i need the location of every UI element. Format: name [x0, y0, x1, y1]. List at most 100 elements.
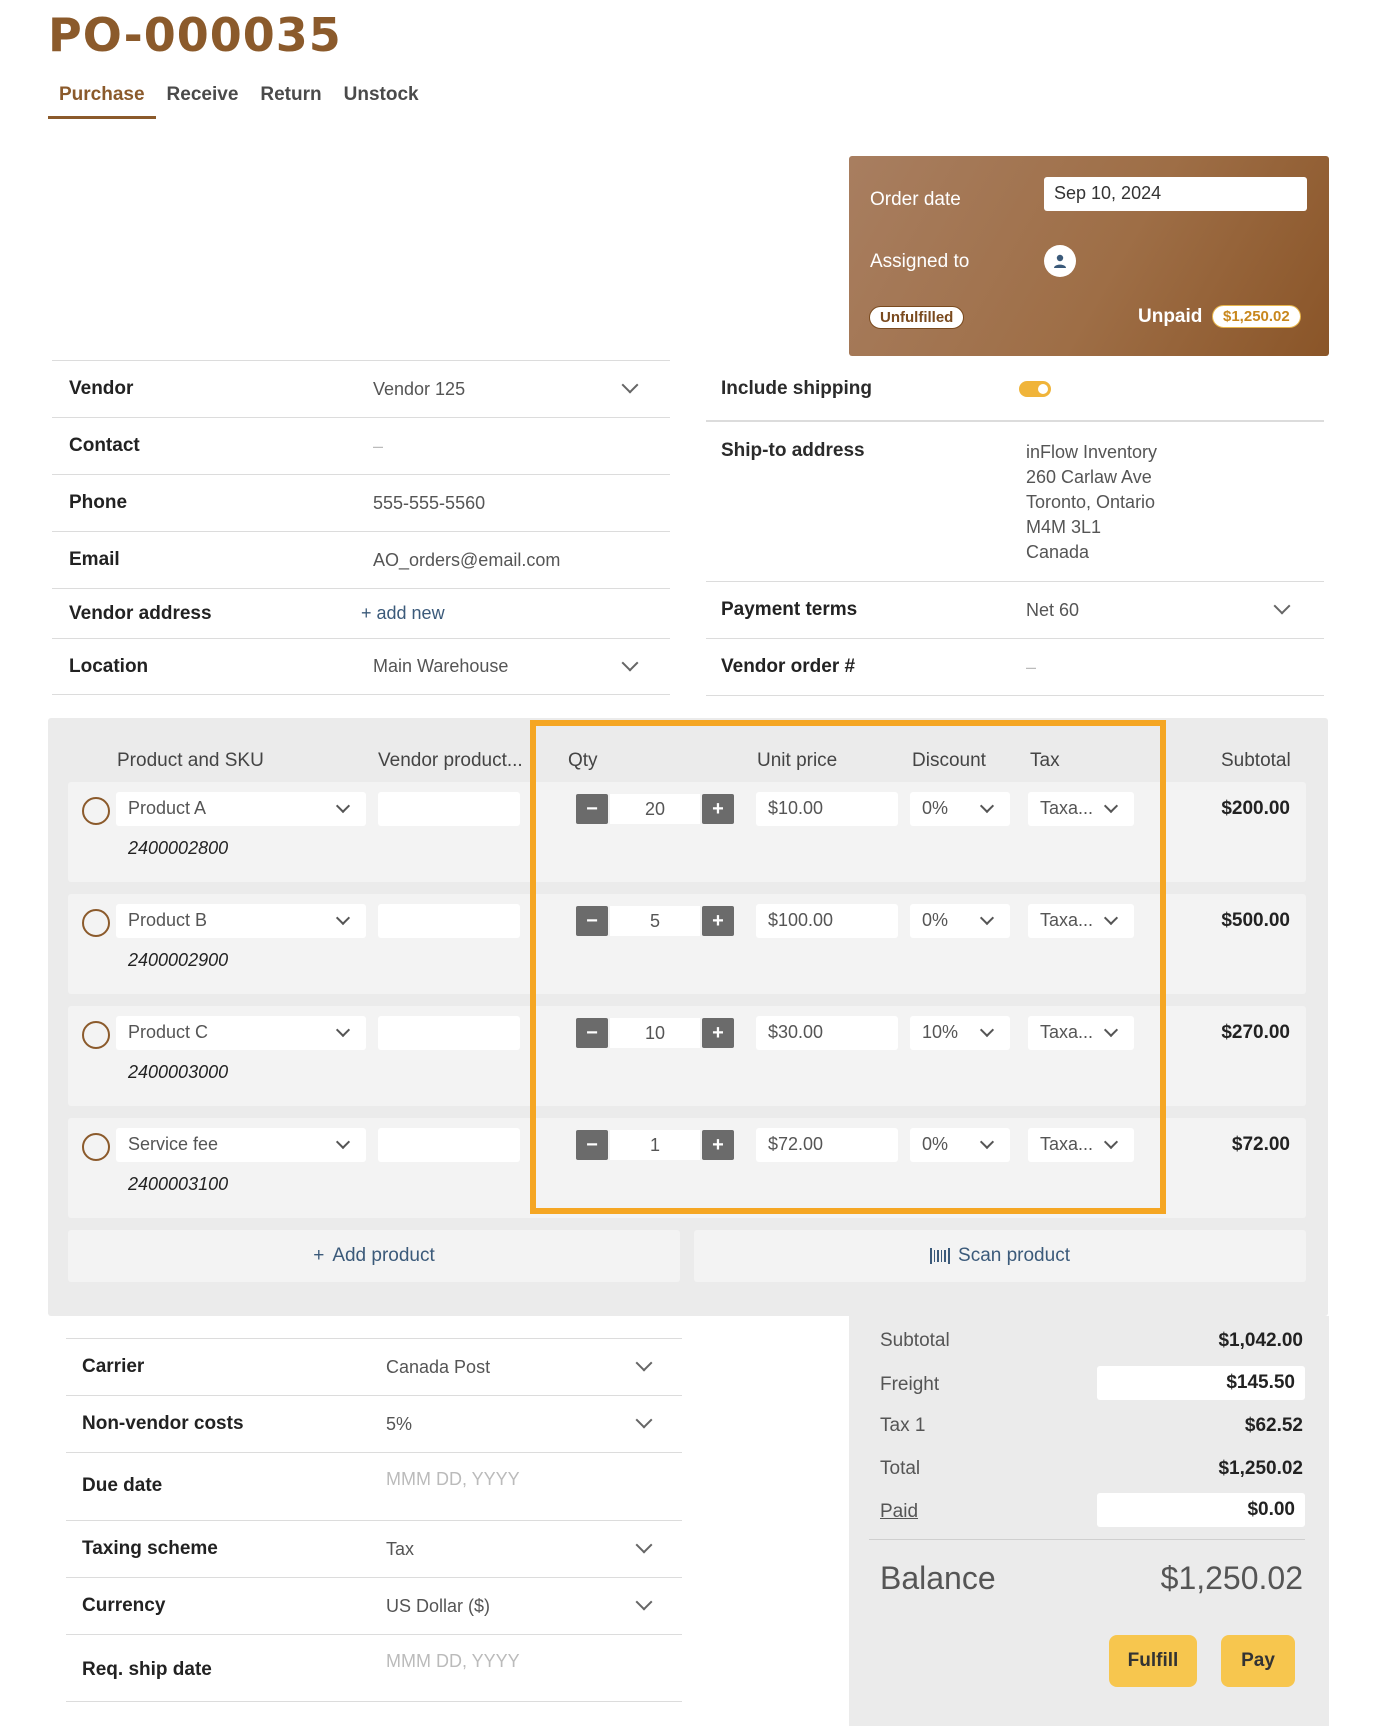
row-subtotal: $270.00	[1221, 1022, 1290, 1043]
chevron-down-icon[interactable]	[1273, 597, 1291, 615]
scan-product-button[interactable]: Scan product	[694, 1230, 1306, 1282]
product-select[interactable]: Service fee	[116, 1128, 366, 1162]
include-shipping-toggle[interactable]	[1019, 381, 1051, 397]
non-vendor-costs-row[interactable]: Non-vendor costs 5%	[66, 1395, 682, 1452]
product-sku: 2400003100	[128, 1174, 229, 1194]
vendor-product-input[interactable]	[378, 1128, 520, 1162]
vendor-address-label: Vendor address	[69, 602, 212, 624]
non-vendor-costs-select[interactable]: 5%	[386, 1414, 412, 1435]
chevron-down-icon[interactable]	[635, 1354, 653, 1372]
payment-status-label: Unpaid	[1138, 306, 1203, 327]
chevron-down-icon	[335, 798, 351, 814]
phone-value[interactable]: 555-555-5560	[373, 493, 485, 514]
amount-due-badge: $1,250.02	[1212, 305, 1301, 328]
payment-terms-label: Payment terms	[721, 599, 858, 620]
tax-label: Tax 1	[880, 1415, 926, 1436]
fulfill-button[interactable]: Fulfill	[1109, 1635, 1197, 1687]
column-header-vendor-product: Vendor product...	[378, 750, 523, 771]
currency-row[interactable]: Currency US Dollar ($)	[66, 1577, 682, 1634]
assigned-to-label: Assigned to	[870, 251, 970, 272]
tax-value: $62.52	[1244, 1415, 1303, 1436]
vendor-fields: Vendor Vendor 125 Contact – Phone 555-55…	[52, 360, 670, 695]
vendor-product-input[interactable]	[378, 792, 520, 826]
subtotal-label: Subtotal	[880, 1330, 950, 1351]
product-name: Product A	[128, 798, 207, 818]
tab-return[interactable]: Return	[249, 80, 332, 119]
req-ship-date-input[interactable]: MMM DD, YYYY	[386, 1651, 520, 1672]
location-row[interactable]: Location Main Warehouse	[52, 638, 670, 695]
divider	[869, 1539, 1305, 1540]
page-title: PO-000035	[48, 8, 342, 62]
tab-unstock[interactable]: Unstock	[333, 80, 430, 119]
balance-value: $1,250.02	[1160, 1560, 1303, 1596]
chevron-down-icon[interactable]	[635, 1411, 653, 1429]
tab-purchase[interactable]: Purchase	[48, 80, 156, 119]
freight-label: Freight	[880, 1374, 940, 1395]
vendor-label: Vendor	[69, 378, 134, 399]
order-date-input[interactable]: Sep 10, 2024	[1044, 177, 1307, 211]
freight-input[interactable]: $145.50	[1097, 1366, 1305, 1400]
address-line: inFlow Inventory	[1026, 442, 1158, 462]
taxing-scheme-row[interactable]: Taxing scheme Tax	[66, 1520, 682, 1577]
contact-value[interactable]: –	[373, 436, 383, 457]
add-product-button[interactable]: + Add product	[68, 1230, 680, 1282]
pay-button[interactable]: Pay	[1221, 1635, 1295, 1687]
taxing-scheme-select[interactable]: Tax	[386, 1539, 414, 1560]
ship-to-row: Ship-to address inFlow Inventory 260 Car…	[706, 422, 1324, 582]
email-value[interactable]: AO_orders@email.com	[373, 550, 560, 571]
currency-select[interactable]: US Dollar ($)	[386, 1596, 490, 1617]
barcode-icon	[930, 1248, 951, 1264]
paid-input[interactable]: $0.00	[1097, 1493, 1305, 1527]
vendor-product-input[interactable]	[378, 1016, 520, 1050]
product-name: Product C	[128, 1022, 209, 1042]
product-select[interactable]: Product B	[116, 904, 366, 938]
total-label: Total	[880, 1458, 921, 1479]
row-select-radio[interactable]	[82, 1021, 110, 1049]
due-date-input[interactable]: MMM DD, YYYY	[386, 1469, 520, 1490]
location-label: Location	[69, 655, 149, 677]
product-sku: 2400003000	[128, 1062, 229, 1082]
vendor-order-row: Vendor order # –	[706, 639, 1324, 696]
row-select-radio[interactable]	[82, 909, 110, 937]
chevron-down-icon[interactable]	[635, 1536, 653, 1554]
row-select-radio[interactable]	[82, 1133, 110, 1161]
address-line: Toronto, Ontario	[1026, 492, 1156, 512]
chevron-down-icon[interactable]	[621, 654, 639, 672]
paid-link[interactable]: Paid	[880, 1501, 918, 1523]
req-ship-date-row: Req. ship date MMM DD, YYYY	[66, 1634, 682, 1702]
editable-columns-highlight	[530, 720, 1166, 1214]
ship-to-address[interactable]: inFlow Inventory 260 Carlaw Ave Toronto,…	[1026, 440, 1157, 565]
due-date-row: Due date MMM DD, YYYY	[66, 1452, 682, 1520]
totals-panel: Subtotal $1,042.00 Freight $145.50 Tax 1…	[849, 1316, 1329, 1726]
payment-terms-row[interactable]: Payment terms Net 60	[706, 582, 1324, 639]
non-vendor-costs-label: Non-vendor costs	[82, 1413, 244, 1434]
include-shipping-row: Include shipping	[706, 360, 1324, 422]
vendor-product-input[interactable]	[378, 904, 520, 938]
tab-receive[interactable]: Receive	[156, 80, 250, 119]
add-vendor-address-link[interactable]: + add new	[361, 603, 445, 624]
chevron-down-icon[interactable]	[621, 376, 639, 394]
vendor-order-value[interactable]: –	[1026, 657, 1036, 678]
order-detail-fields: Carrier Canada Post Non-vendor costs 5% …	[66, 1338, 682, 1702]
product-sku: 2400002900	[128, 950, 229, 970]
product-select[interactable]: Product A	[116, 792, 366, 826]
phone-label: Phone	[69, 492, 128, 513]
order-date-label: Order date	[870, 189, 961, 210]
carrier-select[interactable]: Canada Post	[386, 1357, 490, 1378]
user-icon	[1054, 254, 1066, 268]
assign-user-button[interactable]	[1044, 245, 1076, 277]
row-select-radio[interactable]	[82, 797, 110, 825]
email-row: Email AO_orders@email.com	[52, 531, 670, 588]
vendor-select[interactable]: Vendor 125	[373, 379, 465, 400]
shipping-fields: Include shipping Ship-to address inFlow …	[706, 360, 1324, 696]
vendor-row[interactable]: Vendor Vendor 125	[52, 360, 670, 417]
chevron-down-icon[interactable]	[635, 1593, 653, 1611]
tab-bar: Purchase Receive Return Unstock	[48, 80, 430, 119]
payment-terms-select[interactable]: Net 60	[1026, 600, 1079, 621]
carrier-row[interactable]: Carrier Canada Post	[66, 1338, 682, 1395]
subtotal-value: $1,042.00	[1218, 1330, 1303, 1351]
location-select[interactable]: Main Warehouse	[373, 656, 508, 677]
product-select[interactable]: Product C	[116, 1016, 366, 1050]
row-subtotal: $72.00	[1231, 1134, 1290, 1155]
taxing-scheme-label: Taxing scheme	[82, 1538, 218, 1559]
